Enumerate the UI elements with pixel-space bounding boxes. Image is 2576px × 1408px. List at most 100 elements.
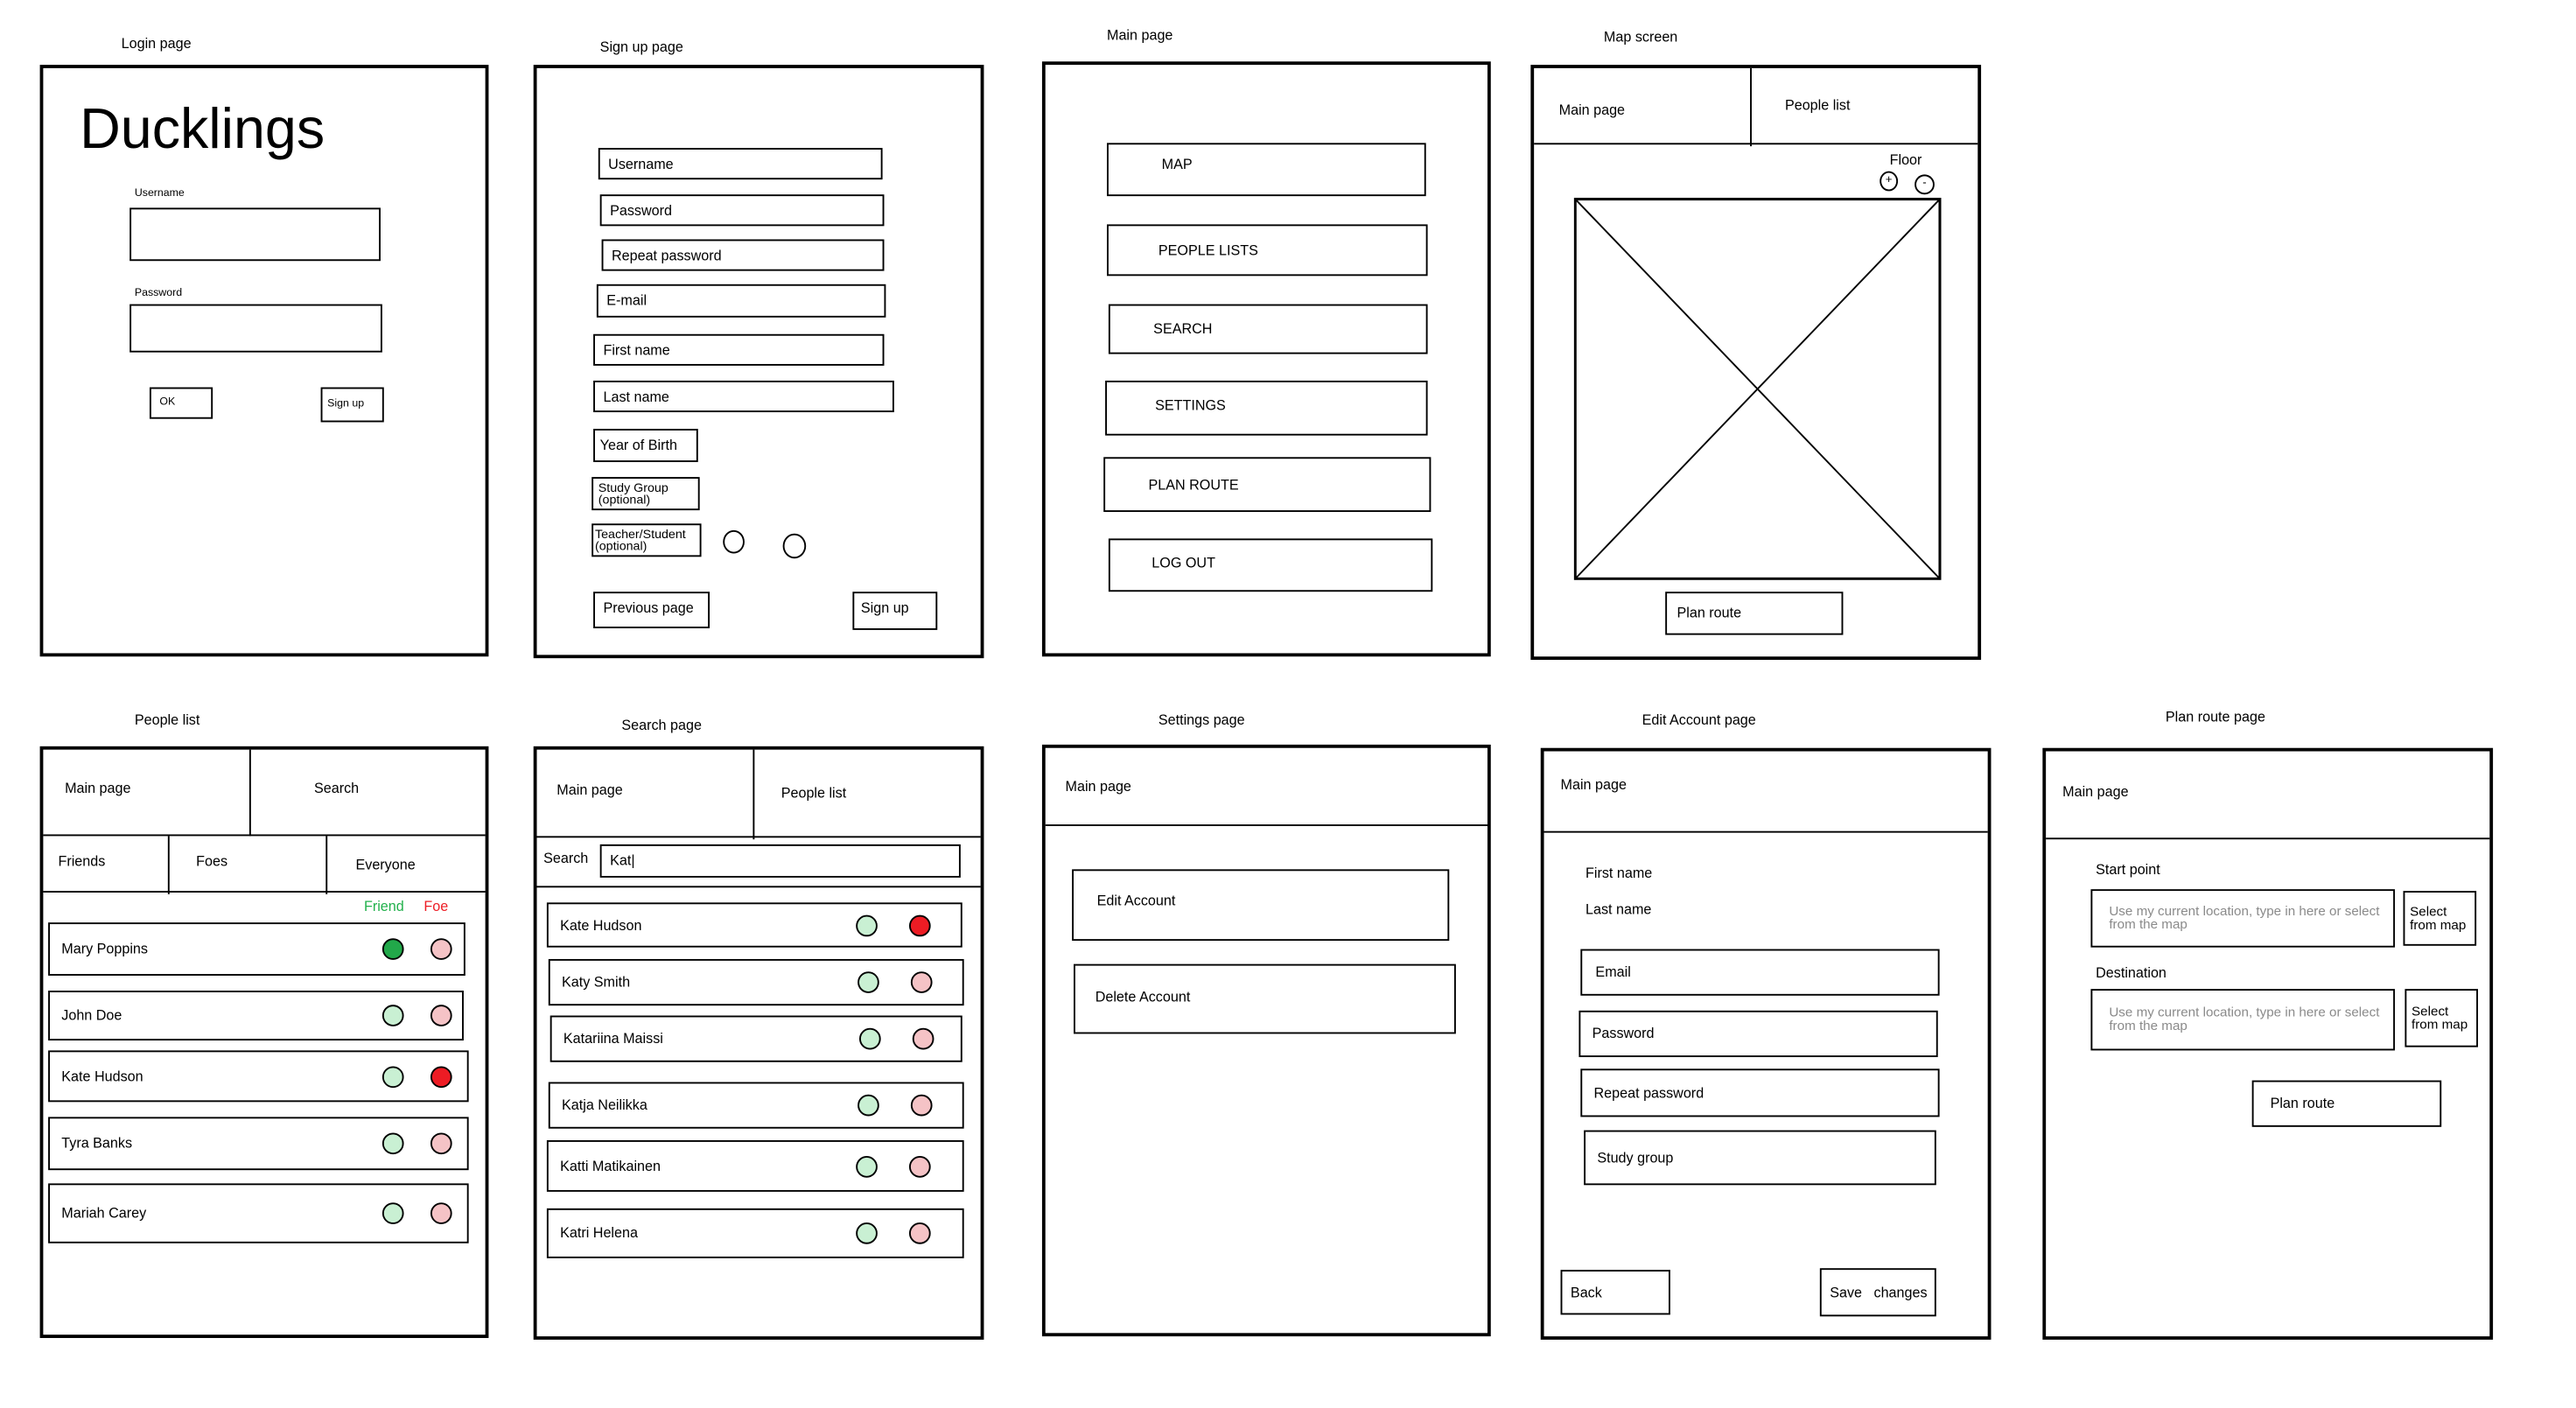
map-button[interactable]: MAP [1107, 143, 1426, 197]
signup-submit-button[interactable]: Sign up [852, 592, 938, 630]
filter-everyone[interactable]: Everyone [355, 858, 415, 872]
friend-toggle-icon[interactable] [382, 1132, 404, 1155]
map-caption: Map screen [1603, 28, 1678, 46]
start-point-input[interactable]: Use my current location, type in here or… [2090, 889, 2396, 948]
main-screen: MAP PEOPLE LISTS SEARCH SETTINGS PLAN RO… [1041, 61, 1491, 657]
study-group-field[interactable]: Study group [1584, 1130, 1936, 1186]
email-field[interactable]: Email [1580, 949, 1940, 996]
person-row[interactable]: John Doe [48, 991, 464, 1041]
person-row[interactable]: Mariah Carey [48, 1183, 469, 1243]
save-changes-button[interactable]: Save changes [1819, 1268, 1936, 1317]
signup-username-field[interactable]: Username [598, 148, 883, 180]
log-out-button[interactable]: LOG OUT [1108, 538, 1433, 592]
header-divider [43, 834, 486, 837]
signup-last-name-field[interactable]: Last name [593, 380, 894, 413]
edit-account-button[interactable]: Edit Account [1072, 869, 1450, 942]
start-point-label: Start point [2096, 860, 2160, 878]
person-name: Tyra Banks [61, 1134, 133, 1152]
search-query: Kat| [610, 851, 635, 869]
foe-toggle-icon[interactable] [912, 1027, 934, 1050]
tab-search[interactable]: Search [314, 781, 359, 795]
floor-down-icon[interactable]: - [1914, 174, 1935, 195]
signup-study-group-field[interactable]: Study Group (optional) [592, 477, 700, 511]
password-field[interactable]: Password [1578, 1010, 1938, 1058]
student-radio[interactable] [782, 533, 807, 559]
friend-toggle-icon[interactable] [856, 914, 878, 936]
foe-toggle-icon[interactable] [430, 938, 452, 960]
person-row[interactable]: Katy Smith [548, 958, 964, 1006]
destination-input[interactable]: Use my current location, type in here or… [2090, 989, 2396, 1051]
tab-main-page[interactable]: Main page [65, 781, 130, 795]
signup-button[interactable]: Sign up [320, 387, 384, 423]
plan-route-button[interactable]: Plan route [1665, 592, 1844, 635]
foe-toggle-icon[interactable] [430, 1005, 452, 1026]
ok-button[interactable]: OK [149, 387, 214, 419]
username-input[interactable] [130, 207, 381, 262]
plan-route-screen: Main page Start point Use my current loc… [2042, 747, 2494, 1340]
person-row[interactable]: Kate Hudson [48, 1050, 469, 1103]
foe-toggle-icon[interactable] [430, 1202, 452, 1224]
filter-friends[interactable]: Friends [58, 854, 105, 868]
tab-main-page[interactable]: Main page [1559, 103, 1625, 117]
button-label: Select from map [2410, 903, 2467, 932]
foe-toggle-icon[interactable] [430, 1132, 452, 1155]
tab-main-page[interactable]: Main page [556, 783, 622, 797]
teacher-radio[interactable] [723, 529, 745, 554]
friend-toggle-icon[interactable] [382, 1005, 404, 1026]
foe-toggle-icon[interactable] [910, 971, 933, 993]
friend-toggle-icon[interactable] [856, 1222, 878, 1244]
map-placeholder[interactable] [1573, 198, 1942, 580]
tab-main-page[interactable]: Main page [1561, 778, 1627, 792]
friend-toggle-icon[interactable] [858, 1094, 879, 1117]
foe-toggle-icon[interactable] [908, 1155, 931, 1177]
tab-people-list[interactable]: People list [1785, 98, 1850, 112]
repeat-password-field[interactable]: Repeat password [1580, 1068, 1940, 1117]
person-row[interactable]: Mary Poppins [48, 922, 466, 976]
search-input[interactable]: Kat| [599, 844, 961, 878]
person-row[interactable]: Katri Helena [546, 1208, 964, 1258]
tab-main-page[interactable]: Main page [2062, 784, 2128, 799]
plan-route-button[interactable]: Plan route [2251, 1080, 2442, 1127]
field-label: Password [1592, 1025, 1655, 1042]
signup-first-name-field[interactable]: First name [593, 333, 885, 366]
foe-toggle-icon[interactable] [908, 1222, 931, 1244]
person-name: Katy Smith [561, 973, 631, 991]
person-row[interactable]: Katja Neilikka [548, 1082, 964, 1129]
person-row[interactable]: Katti Matikainen [546, 1139, 964, 1192]
friend-toggle-icon[interactable] [382, 1202, 404, 1224]
signup-email-field[interactable]: E-mail [596, 284, 886, 318]
settings-button[interactable]: SETTINGS [1105, 380, 1428, 436]
button-label: MAP [1161, 155, 1193, 172]
previous-page-button[interactable]: Previous page [593, 592, 710, 628]
tab-people-list[interactable]: People list [781, 786, 846, 800]
search-button[interactable]: SEARCH [1108, 304, 1428, 354]
friend-toggle-icon[interactable] [858, 1027, 881, 1050]
button-label: LOG OUT [1152, 554, 1215, 571]
wireframe-board: Login page Ducklings Username Password O… [0, 0, 2576, 1408]
floor-up-icon[interactable]: + [1880, 171, 1899, 192]
tab-main-page[interactable]: Main page [1066, 780, 1131, 794]
person-row[interactable]: Katariina Maissi [550, 1015, 962, 1062]
person-row[interactable]: Tyra Banks [48, 1117, 469, 1171]
password-label: Password [134, 287, 183, 299]
back-button[interactable]: Back [1560, 1270, 1670, 1315]
signup-repeat-password-field[interactable]: Repeat password [601, 239, 885, 271]
filter-foes[interactable]: Foes [196, 854, 228, 868]
friend-toggle-icon[interactable] [856, 1155, 878, 1177]
password-input[interactable] [130, 304, 382, 353]
destination-select-from-map-button[interactable]: Select from map [2404, 989, 2479, 1047]
plan-route-button[interactable]: PLAN ROUTE [1103, 457, 1432, 513]
start-select-from-map-button[interactable]: Select from map [2403, 891, 2477, 946]
foe-toggle-icon[interactable] [910, 1094, 933, 1117]
signup-year-of-birth-field[interactable]: Year of Birth [593, 429, 698, 463]
friend-toggle-icon[interactable] [382, 938, 404, 960]
signup-password-field[interactable]: Password [599, 194, 885, 227]
foe-toggle-icon[interactable] [908, 914, 931, 936]
friend-toggle-icon[interactable] [858, 971, 879, 993]
person-row[interactable]: Kate Hudson [546, 902, 962, 948]
people-lists-button[interactable]: PEOPLE LISTS [1107, 224, 1428, 277]
delete-account-button[interactable]: Delete Account [1074, 963, 1456, 1034]
friend-toggle-icon[interactable] [382, 1065, 404, 1088]
signup-role-field[interactable]: Teacher/Student (optional) [592, 523, 702, 557]
foe-toggle-icon[interactable] [430, 1065, 452, 1088]
